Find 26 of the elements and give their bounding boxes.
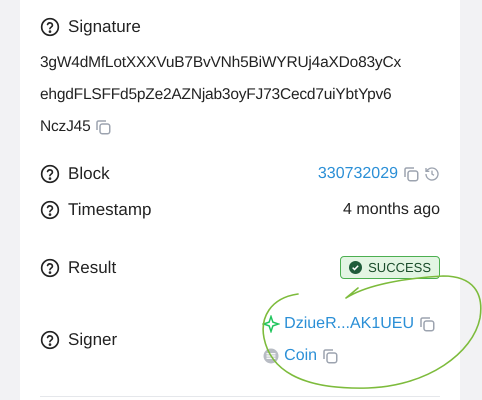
copy-icon[interactable] <box>402 164 420 182</box>
help-icon <box>40 16 60 37</box>
signer-link[interactable]: Coin <box>284 344 318 368</box>
copy-icon[interactable] <box>321 346 340 364</box>
coin-icon <box>262 346 280 364</box>
signature-text: 3gW4dMfLotXXXVuB7BvVNh5BiWYRUj4aXDo83yCx <box>40 52 402 73</box>
signature-text: NczJ45 <box>40 116 90 137</box>
help-icon <box>40 258 60 278</box>
copy-icon[interactable] <box>418 314 436 332</box>
field-label: Signature <box>68 16 141 38</box>
help-icon <box>40 164 60 184</box>
timestamp-value: 4 months ago <box>343 200 440 220</box>
signature-text: ehgdFLSFFd5pZe2AZNjab3oyFJ73Cecd7uiYbtYpv6 <box>40 84 392 105</box>
block-link[interactable]: 330732029 <box>318 162 398 186</box>
signer-link[interactable]: DziueR...AK1UEU <box>284 312 414 336</box>
field-label: Result <box>68 256 116 279</box>
help-icon <box>40 330 60 350</box>
copy-icon[interactable] <box>94 118 112 136</box>
help-icon <box>40 200 60 220</box>
field-label: Timestamp <box>68 198 152 221</box>
field-label: Signer <box>68 328 118 351</box>
status-badge: SUCCESS <box>340 256 440 280</box>
field-label: Block <box>68 162 110 185</box>
history-icon[interactable] <box>424 166 440 182</box>
sparkle-icon <box>262 314 280 332</box>
check-icon <box>349 261 362 274</box>
